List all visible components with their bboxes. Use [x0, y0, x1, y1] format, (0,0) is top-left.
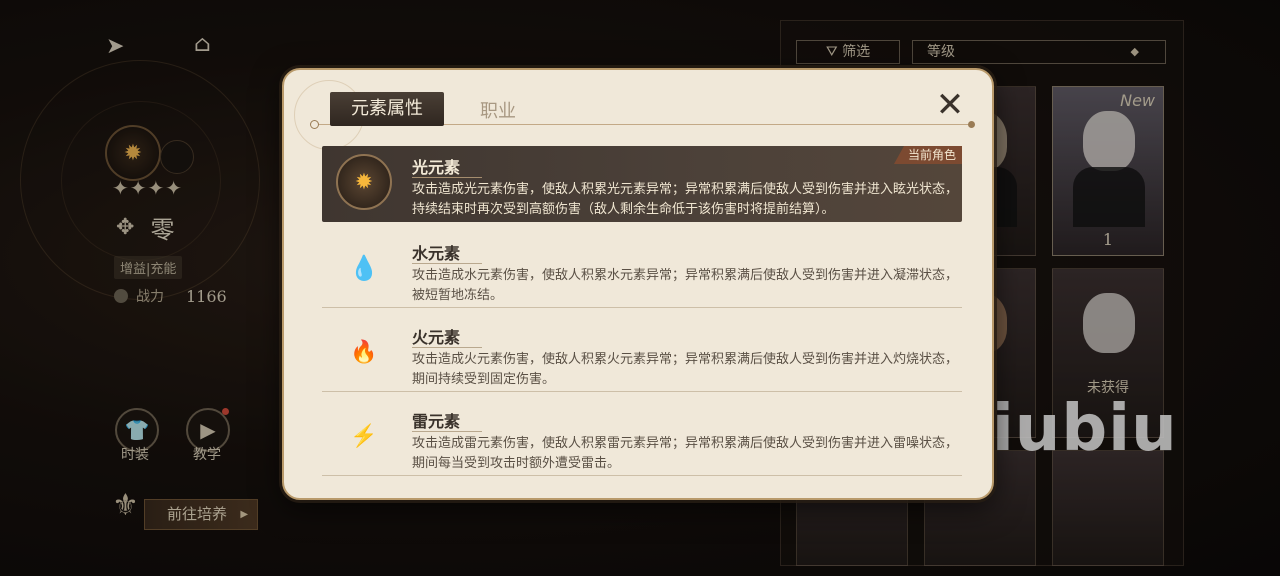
element-name: 光元素: [412, 158, 461, 177]
element-description: 攻击造成火元素伤害，使敌人积累火元素异常；异常积累满后使敌人受到伤害并进入灼烧状…: [412, 352, 959, 387]
thunder-element-icon: ⚡: [350, 423, 378, 449]
tab-line-start-dot: [310, 120, 319, 129]
water-element-icon: 💧: [349, 254, 379, 282]
tab-line-end-dot: [968, 121, 975, 128]
tab-element-attributes[interactable]: 元素属性: [330, 92, 444, 126]
element-name: 雷元素: [412, 412, 461, 431]
fire-element-icon: 🔥: [350, 339, 378, 365]
element-row-thunder: ⚡ 雷元素 攻击造成雷元素伤害，使敌人积累雷元素异常；异常积累满后使敌人受到伤害…: [322, 400, 962, 476]
element-info-modal: 元素属性 职业 ✕ ✹ 光元素 攻击造成光元素伤害，使敌人积累光元素异常；异常积…: [282, 68, 994, 500]
title-underline: [412, 431, 482, 432]
element-row-light: ✹ 光元素 攻击造成光元素伤害，使敌人积累光元素异常；异常积累满后使敌人受到伤害…: [322, 146, 962, 222]
element-description: 攻击造成雷元素伤害，使敌人积累雷元素异常；异常积累满后使敌人受到伤害并进入雷噪状…: [412, 436, 959, 471]
element-row-water: 💧 水元素 攻击造成水元素伤害，使敌人积累水元素异常；异常积累满后使敌人受到伤害…: [322, 232, 962, 308]
current-character-badge: 当前角色: [893, 146, 962, 164]
element-description: 攻击造成光元素伤害，使敌人积累光元素异常；异常积累满后使敌人受到伤害并进入眩光状…: [412, 182, 959, 217]
title-underline: [412, 177, 482, 178]
title-underline: [412, 347, 482, 348]
element-name: 水元素: [412, 244, 461, 263]
tab-class[interactable]: 职业: [480, 97, 516, 123]
close-icon[interactable]: ✕: [932, 88, 968, 124]
title-underline: [412, 263, 482, 264]
element-name: 火元素: [412, 328, 461, 347]
element-description: 攻击造成水元素伤害，使敌人积累水元素异常；异常积累满后使敌人受到伤害并进入凝滞状…: [412, 268, 959, 303]
light-element-icon: ✹: [336, 154, 392, 210]
element-row-fire: 🔥 火元素 攻击造成火元素伤害，使敌人积累火元素异常；异常积累满后使敌人受到伤害…: [322, 316, 962, 392]
